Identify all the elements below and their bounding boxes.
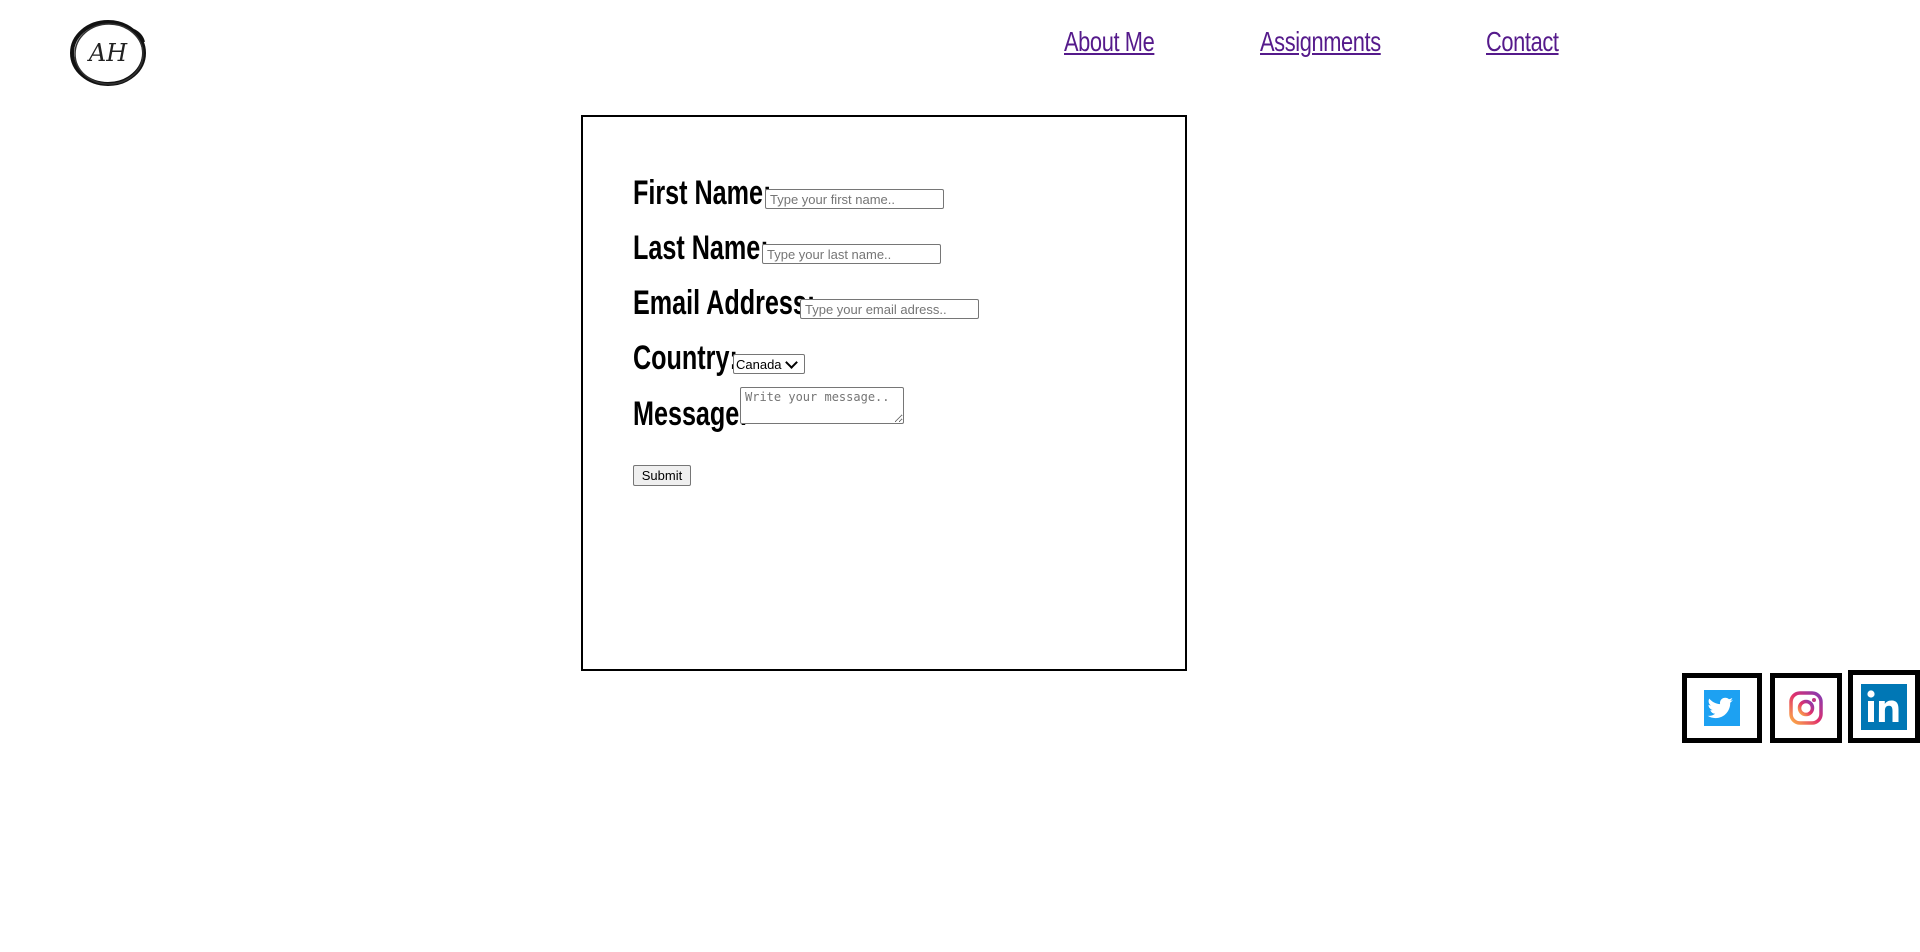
linkedin-link[interactable] — [1848, 670, 1920, 743]
chevron-down-icon — [784, 355, 798, 369]
first-name-input[interactable] — [765, 189, 944, 209]
nav-link-about-me[interactable]: About Me — [1064, 26, 1155, 58]
last-name-label: Last Name: — [633, 229, 769, 267]
top-nav: About Me Assignments Contact — [0, 26, 1920, 66]
message-label: Message: — [633, 395, 748, 433]
email-input[interactable] — [800, 299, 979, 319]
country-label: Country: — [633, 339, 738, 377]
nav-link-contact[interactable]: Contact — [1486, 26, 1559, 58]
country-select[interactable]: Canada — [733, 354, 805, 374]
contact-form: First Name: Last Name: Email Address: Co… — [581, 115, 1187, 671]
linkedin-icon — [1861, 683, 1907, 730]
twitter-icon — [1704, 690, 1740, 726]
email-label: Email Address: — [633, 284, 816, 322]
first-name-label: First Name: — [633, 174, 772, 212]
twitter-link[interactable] — [1682, 673, 1762, 743]
instagram-link[interactable] — [1770, 673, 1842, 743]
last-name-input[interactable] — [762, 244, 941, 264]
submit-button[interactable]: Submit — [633, 465, 691, 486]
country-selected-value: Canada — [736, 356, 782, 372]
nav-link-assignments[interactable]: Assignments — [1260, 26, 1381, 58]
instagram-icon — [1789, 691, 1823, 725]
message-textarea[interactable] — [740, 387, 904, 424]
page: AH About Me Assignments Contact First Na… — [0, 0, 1920, 952]
